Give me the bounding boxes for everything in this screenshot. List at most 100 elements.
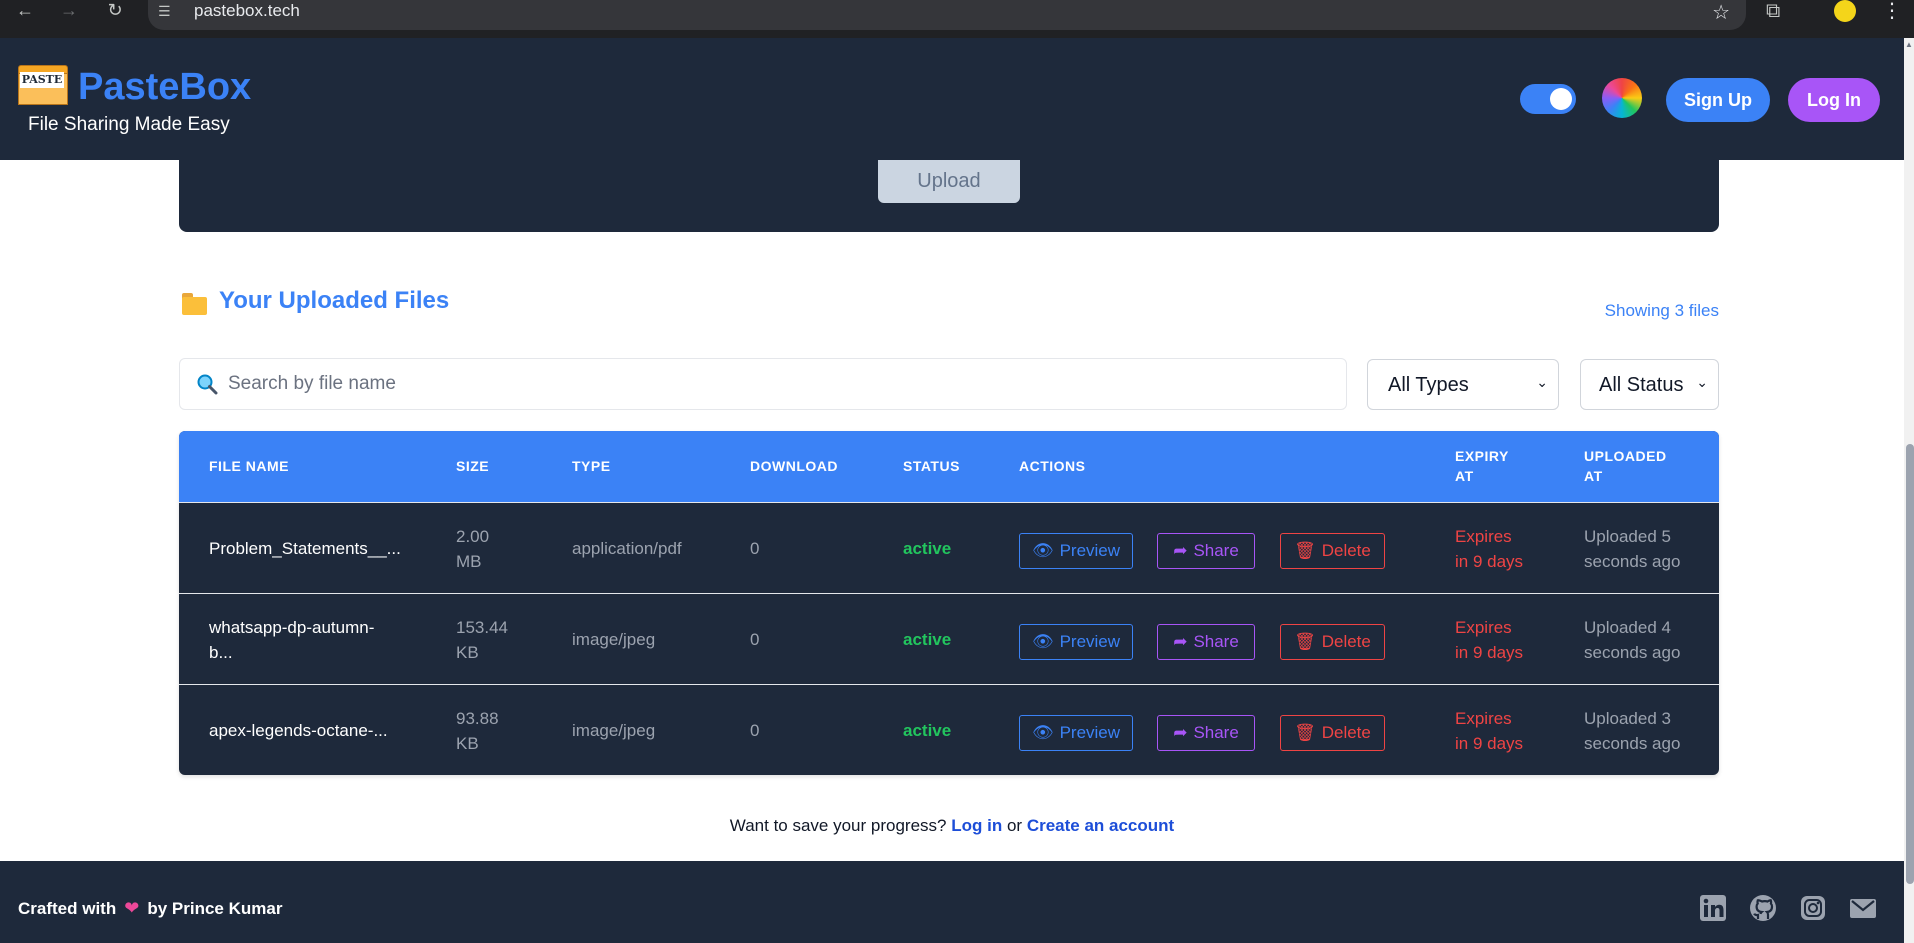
share-arrow-icon: ➦ [1173,632,1188,651]
profile-avatar[interactable] [1834,0,1856,22]
status-filter-value: All Status [1599,374,1684,396]
file-count-text: Showing 3 files [1604,301,1719,320]
trash-icon: 🗑 [1294,541,1316,560]
type-filter-select[interactable]: All Types ⌄ [1367,359,1559,410]
brand-tagline: File Sharing Made Easy [28,114,230,135]
type-filter-value: All Types [1388,374,1469,396]
address-bar[interactable]: ☰ pastebox.tech ☆ [148,0,1746,30]
chevron-down-icon: ⌄ [1536,374,1548,390]
delete-button[interactable]: 🗑 Delete [1280,624,1385,660]
logo-label: PASTE [20,72,64,88]
column-actions: ACTIONS [1019,458,1086,474]
extensions-icon[interactable]: ⧉ [1766,0,1780,23]
dark-mode-toggle[interactable] [1520,84,1576,114]
save-progress-prompt: Want to save your progress? Log in or Cr… [0,816,1904,836]
share-button[interactable]: ➦ Share [1157,715,1255,751]
login-link[interactable]: Log in [951,816,1002,835]
delete-button[interactable]: 🗑 Delete [1280,533,1385,569]
share-button[interactable]: ➦ Share [1157,624,1255,660]
create-account-link[interactable]: Create an account [1027,816,1174,835]
file-type-cell: image/jpeg [572,721,656,740]
column-status[interactable]: STATUS [903,456,960,476]
share-button[interactable]: ➦ Share [1157,533,1255,569]
color-theme-icon[interactable] [1602,78,1642,118]
file-type-cell: image/jpeg [572,630,656,649]
preview-button[interactable]: 👁 Preview [1019,533,1133,569]
browser-toolbar: ← → ↻ ☰ pastebox.tech ☆ ⧉ ⋮ [0,0,1914,38]
column-file-name[interactable]: FILE NAME [209,456,289,476]
file-name-cell: whatsapp-dp-autumn-b... [209,618,375,662]
share-arrow-icon: ➦ [1173,541,1188,560]
chevron-down-icon: ⌄ [1696,374,1708,390]
heart-icon: ❤ [124,898,140,918]
download-count-cell: 0 [750,630,760,649]
table-row: apex-legends-octane-... 93.88 KB image/jp… [179,684,1719,774]
back-arrow-icon[interactable]: ← [10,0,40,22]
eye-icon: 👁 [1031,541,1054,560]
column-expiry-at[interactable]: EXPIRY AT [1455,446,1509,486]
toggle-knob [1550,88,1572,110]
browser-menu-icon[interactable]: ⋮ [1882,0,1902,23]
expiry-cell: Expires in 9 days [1455,618,1524,662]
url-text[interactable]: pastebox.tech [194,1,300,21]
table-row: Problem_Statements__... 2.00 MB applicati… [179,502,1719,592]
file-name-cell: Problem_Statements__... [209,539,401,558]
download-count-cell: 0 [750,721,760,740]
eye-icon: 👁 [1031,632,1054,651]
files-table: FILE NAME SIZE TYPE DOWNLOAD STATUS ACTI… [179,431,1719,775]
expiry-cell: Expires in 9 days [1455,527,1524,571]
expiry-cell: Expires in 9 days [1455,709,1524,753]
column-size[interactable]: SIZE [456,456,489,476]
instagram-icon[interactable] [1798,893,1828,923]
file-size-cell: 153.44 KB [456,618,508,662]
file-name-cell: apex-legends-octane-... [209,721,388,740]
uploaded-at-cell: Uploaded 4 seconds ago [1584,618,1681,662]
upload-panel: Upload [179,160,1719,232]
status-badge: active [903,721,952,740]
column-type[interactable]: TYPE [572,456,611,476]
forward-arrow-icon[interactable]: → [54,0,84,22]
log-in-button[interactable]: Log In [1788,78,1880,122]
status-filter-select[interactable]: All Status ⌄ [1580,359,1719,410]
site-info-icon[interactable]: ☰ [158,3,171,20]
reload-icon[interactable]: ↻ [100,0,130,22]
section-title-text: Your Uploaded Files [219,287,450,314]
uploaded-at-cell: Uploaded 5 seconds ago [1584,527,1681,571]
search-input[interactable] [228,359,1338,409]
bookmark-star-icon[interactable]: ☆ [1712,0,1730,25]
download-count-cell: 0 [750,539,760,558]
scroll-up-icon[interactable]: ▲ [1904,40,1914,49]
search-icon [197,374,218,395]
eye-icon: 👁 [1031,723,1054,742]
uploaded-at-cell: Uploaded 3 seconds ago [1584,709,1681,753]
scrollbar-thumb[interactable] [1906,444,1914,884]
delete-button[interactable]: 🗑 Delete [1280,715,1385,751]
app-footer: Crafted with ❤ by Prince Kumar [0,861,1904,943]
or-text: or [1006,816,1023,835]
share-arrow-icon: ➦ [1173,723,1188,742]
sign-up-button[interactable]: Sign Up [1666,78,1770,122]
linkedin-icon[interactable] [1698,893,1728,923]
save-prompt-text: Want to save your progress? [729,816,947,835]
upload-button[interactable]: Upload [878,160,1020,203]
app-header: PASTE PasteBox File Sharing Made Easy Si… [0,38,1904,160]
folder-icon [182,293,207,315]
search-box[interactable] [179,358,1347,410]
column-uploaded-at[interactable]: UPLOADED AT [1584,446,1667,486]
file-type-cell: application/pdf [572,539,682,558]
github-icon[interactable] [1748,893,1778,923]
file-size-cell: 2.00 MB [456,527,490,571]
brand-title[interactable]: PasteBox [78,66,251,109]
trash-icon: 🗑 [1294,632,1316,651]
trash-icon: 🗑 [1294,723,1316,742]
mail-icon[interactable] [1848,893,1878,923]
preview-button[interactable]: 👁 Preview [1019,715,1133,751]
table-header: FILE NAME SIZE TYPE DOWNLOAD STATUS ACTI… [179,431,1719,502]
files-section-title: Your Uploaded Files [182,287,449,315]
status-badge: active [903,539,952,558]
file-size-cell: 93.88 KB [456,709,499,753]
pastebox-logo-icon[interactable]: PASTE [18,65,68,105]
table-row: whatsapp-dp-autumn-b... 153.44 KB image/j… [179,593,1719,683]
column-download[interactable]: DOWNLOAD [750,456,838,476]
preview-button[interactable]: 👁 Preview [1019,624,1133,660]
